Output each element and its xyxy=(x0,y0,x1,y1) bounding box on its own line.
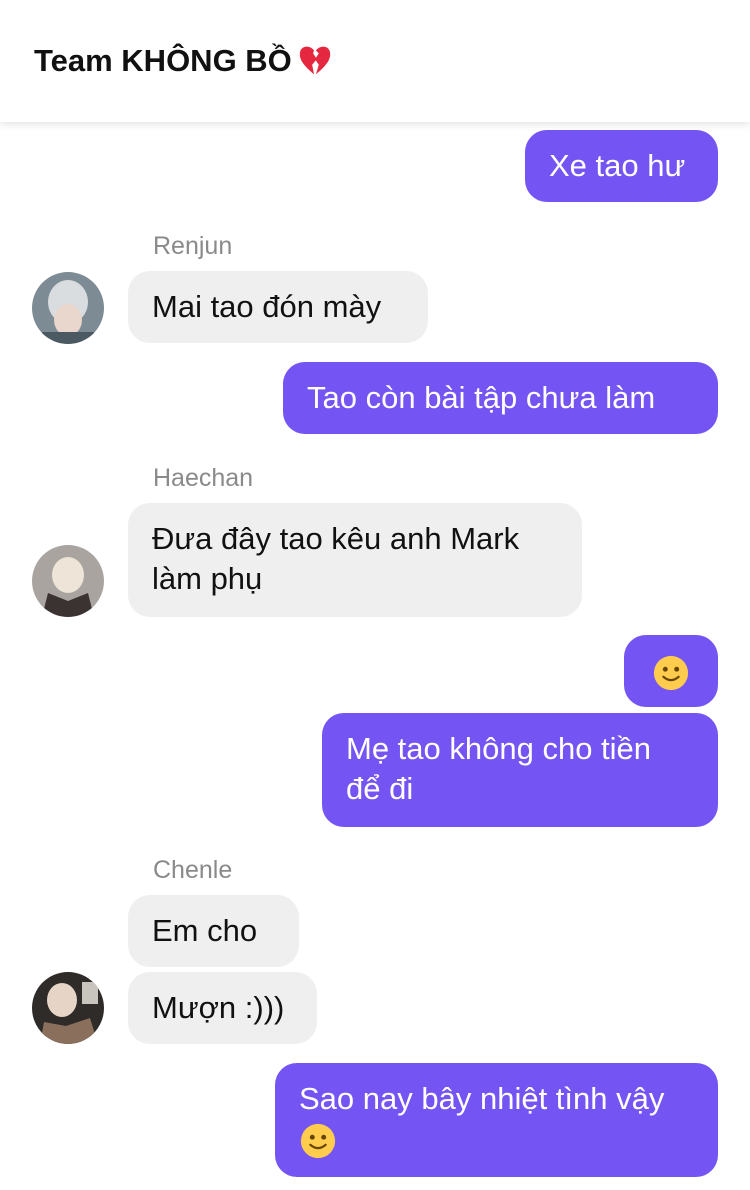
sender-name-renjun: Renjun xyxy=(153,232,233,260)
outgoing-message[interactable]: Xe tao hư xyxy=(525,130,718,202)
avatar-renjun[interactable] xyxy=(32,272,104,344)
incoming-message[interactable]: Mai tao đón mày xyxy=(128,271,428,343)
slightly-smiling-face-icon xyxy=(300,1123,336,1158)
message-emoji-line xyxy=(299,1119,694,1160)
message-text-line: Mẹ tao không cho tiền xyxy=(346,731,652,766)
message-text: Tao còn bài tập chưa làm xyxy=(307,380,656,415)
message-text: Xe tao hư xyxy=(549,148,686,183)
outgoing-message[interactable]: Tao còn bài tập chưa làm xyxy=(283,362,718,434)
incoming-message[interactable]: Đưa đây tao kêu anh Mark làm phụ xyxy=(128,503,582,617)
incoming-message[interactable]: Em cho xyxy=(128,895,299,967)
message-text-line: Sao nay bây nhiệt tình vậy xyxy=(299,1081,665,1116)
incoming-message[interactable]: Mượn :))) xyxy=(128,972,317,1044)
broken-heart-icon xyxy=(299,46,330,75)
group-title-text: Team KHÔNG BỒ xyxy=(34,43,292,78)
sender-name-chenle: Chenle xyxy=(153,856,233,884)
group-title[interactable]: Team KHÔNG BỒ xyxy=(34,42,334,80)
message-text: Mượn :))) xyxy=(152,990,285,1025)
outgoing-message[interactable] xyxy=(624,635,718,707)
message-text: Mai tao đón mày xyxy=(152,289,382,324)
chat-header: Team KHÔNG BỒ xyxy=(0,0,750,122)
outgoing-message[interactable]: Sao nay bây nhiệt tình vậy xyxy=(275,1063,718,1177)
outgoing-message[interactable]: Mẹ tao không cho tiền để đi xyxy=(322,713,718,827)
slightly-smiling-face-icon xyxy=(653,655,689,690)
message-text: Em cho xyxy=(152,913,258,948)
avatar-chenle[interactable] xyxy=(32,972,104,1044)
avatar-haechan[interactable] xyxy=(32,545,104,617)
sender-name-haechan: Haechan xyxy=(153,464,254,492)
message-text-line: làm phụ xyxy=(152,561,263,596)
message-text-line: Đưa đây tao kêu anh Mark xyxy=(152,521,520,556)
message-text-line: để đi xyxy=(346,771,414,806)
